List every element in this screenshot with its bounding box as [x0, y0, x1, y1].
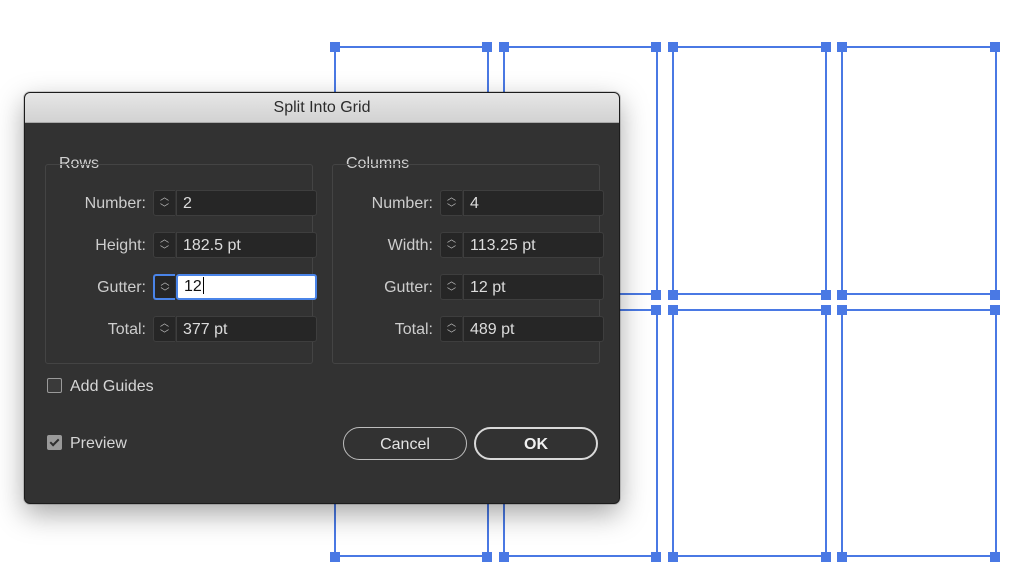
selection-handle[interactable] [990, 290, 1000, 300]
columns-total-row: Total: ︿ ﹀ 489 pt [333, 316, 604, 344]
chevron-down-icon[interactable]: ﹀ [154, 203, 175, 214]
columns-number-row: Number: ︿ ﹀ 4 [333, 190, 604, 218]
chevron-up-icon[interactable]: ︿ [155, 277, 175, 287]
ok-button[interactable]: OK [474, 427, 598, 460]
add-guides-label[interactable]: Add Guides [70, 378, 154, 395]
preview-label[interactable]: Preview [70, 435, 127, 452]
chevron-down-icon[interactable]: ﹀ [441, 287, 462, 298]
selection-handle[interactable] [990, 552, 1000, 562]
rows-height-input[interactable]: 182.5 pt [176, 232, 317, 258]
rows-gutter-value[interactable]: 12 [184, 278, 202, 295]
chevron-up-icon[interactable]: ︿ [441, 318, 462, 329]
selection-handle[interactable] [499, 42, 509, 52]
columns-total-label: Total: [394, 321, 433, 338]
chevron-up-icon[interactable]: ︿ [154, 192, 175, 203]
selection-handle[interactable] [821, 552, 831, 562]
rows-total-input[interactable]: 377 pt [176, 316, 317, 342]
chevron-up-icon[interactable]: ︿ [154, 318, 175, 329]
rows-height-label: Height: [95, 237, 146, 254]
selection-handle[interactable] [837, 42, 847, 52]
columns-total-input[interactable]: 489 pt [463, 316, 604, 342]
selection-handle[interactable] [837, 305, 847, 315]
preview-option[interactable]: Preview [47, 434, 127, 454]
columns-width-input[interactable]: 113.25 pt [463, 232, 604, 258]
selection-handle[interactable] [668, 305, 678, 315]
selection-handle[interactable] [990, 42, 1000, 52]
rows-number-stepper[interactable]: ︿ ﹀ [153, 190, 175, 216]
columns-width-stepper[interactable]: ︿ ﹀ [440, 232, 462, 258]
selection-handle[interactable] [651, 305, 661, 315]
selection-handle[interactable] [668, 42, 678, 52]
preview-checkbox[interactable] [47, 435, 62, 450]
rows-gutter-row: Gutter: ︿ ﹀ 12 [46, 274, 317, 302]
selection-handle[interactable] [651, 290, 661, 300]
rows-height-stepper[interactable]: ︿ ﹀ [153, 232, 175, 258]
rows-number-label: Number: [84, 195, 146, 212]
columns-width-label: Width: [387, 237, 433, 254]
grid-cell[interactable] [841, 46, 997, 295]
selection-handle[interactable] [821, 305, 831, 315]
dialog-title: Split Into Grid [25, 93, 619, 123]
selection-handle[interactable] [821, 290, 831, 300]
selection-handle[interactable] [837, 290, 847, 300]
columns-number-stepper[interactable]: ︿ ﹀ [440, 190, 462, 216]
columns-gutter-row: Gutter: ︿ ﹀ 12 pt [333, 274, 604, 302]
text-caret [202, 277, 204, 294]
columns-width-row: Width: ︿ ﹀ 113.25 pt [333, 232, 604, 260]
grid-cell[interactable] [672, 46, 827, 295]
rows-gutter-label: Gutter: [97, 279, 146, 296]
columns-number-label: Number: [371, 195, 433, 212]
selection-handle[interactable] [651, 552, 661, 562]
selection-handle[interactable] [668, 552, 678, 562]
split-into-grid-dialog: Split Into Grid Rows Number: ︿ ﹀ 2 Height… [24, 92, 620, 504]
selection-handle[interactable] [482, 552, 492, 562]
chevron-up-icon[interactable]: ︿ [441, 276, 462, 287]
rows-total-stepper[interactable]: ︿ ﹀ [153, 316, 175, 342]
selection-handle[interactable] [821, 42, 831, 52]
chevron-down-icon[interactable]: ﹀ [154, 245, 175, 256]
chevron-up-icon[interactable]: ︿ [441, 192, 462, 203]
columns-gutter-stepper[interactable]: ︿ ﹀ [440, 274, 462, 300]
grid-cell[interactable] [841, 309, 997, 557]
selection-handle[interactable] [990, 305, 1000, 315]
add-guides-option[interactable]: Add Guides [47, 377, 154, 397]
chevron-down-icon[interactable]: ﹀ [441, 203, 462, 214]
chevron-down-icon[interactable]: ﹀ [155, 287, 175, 297]
rows-total-label: Total: [107, 321, 146, 338]
chevron-down-icon[interactable]: ﹀ [441, 329, 462, 340]
columns-gutter-input[interactable]: 12 pt [463, 274, 604, 300]
rows-height-row: Height: ︿ ﹀ 182.5 pt [46, 232, 317, 260]
chevron-down-icon[interactable]: ﹀ [441, 245, 462, 256]
rows-total-row: Total: ︿ ﹀ 377 pt [46, 316, 317, 344]
rows-gutter-input[interactable]: 12 [176, 274, 317, 300]
columns-gutter-label: Gutter: [384, 279, 433, 296]
selection-handle[interactable] [668, 290, 678, 300]
selection-handle[interactable] [330, 42, 340, 52]
selection-handle[interactable] [651, 42, 661, 52]
rows-number-row: Number: ︿ ﹀ 2 [46, 190, 317, 218]
cancel-button[interactable]: Cancel [343, 427, 467, 460]
chevron-up-icon[interactable]: ︿ [441, 234, 462, 245]
rows-number-input[interactable]: 2 [176, 190, 317, 216]
chevron-down-icon[interactable]: ﹀ [154, 329, 175, 340]
selection-handle[interactable] [330, 552, 340, 562]
chevron-up-icon[interactable]: ︿ [154, 234, 175, 245]
selection-handle[interactable] [482, 42, 492, 52]
columns-total-stepper[interactable]: ︿ ﹀ [440, 316, 462, 342]
rows-group: Number: ︿ ﹀ 2 Height: ︿ ﹀ 182.5 pt Gutter:… [45, 164, 317, 364]
add-guides-checkbox[interactable] [47, 378, 62, 393]
columns-group: Number: ︿ ﹀ 4 Width: ︿ ﹀ 113.25 pt Gutter:… [332, 164, 604, 364]
selection-handle[interactable] [499, 552, 509, 562]
grid-cell[interactable] [672, 309, 827, 557]
rows-gutter-stepper[interactable]: ︿ ﹀ [153, 274, 175, 300]
selection-handle[interactable] [837, 552, 847, 562]
columns-number-input[interactable]: 4 [463, 190, 604, 216]
